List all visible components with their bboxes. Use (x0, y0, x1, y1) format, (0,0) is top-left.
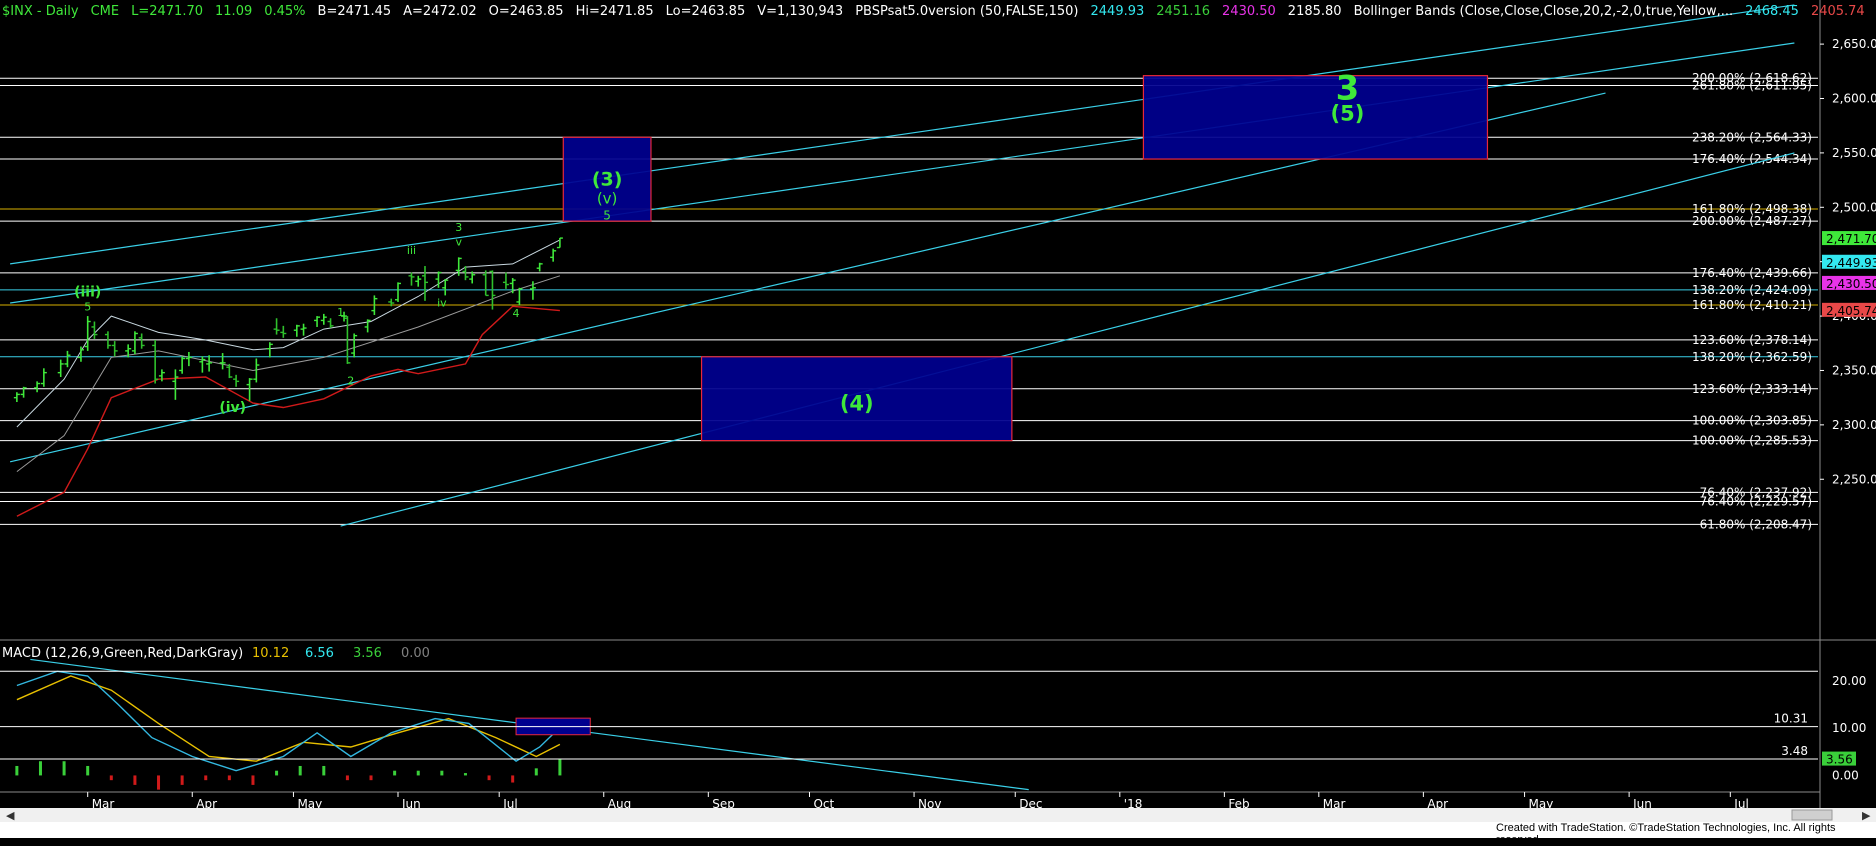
wave-label-primary: (5) (1331, 102, 1365, 126)
header-bollinger-value: 2468.45 (1745, 4, 1799, 19)
header-indicator-value: 2185.80 (1288, 4, 1342, 19)
bollinger-upper-line (16, 239, 561, 428)
fib-label: 138.20% (2,362.59) (1692, 350, 1812, 364)
macd-value: 3.56 (353, 646, 382, 661)
fib-label: 100.00% (2,285.53) (1692, 434, 1812, 448)
channel-line (10, 4, 1795, 265)
wave-label: 1 (337, 306, 344, 319)
wave-label: iii (407, 244, 416, 257)
macd-axis-label: 10.00 (1832, 721, 1866, 735)
price-tag-label: 2,471.70 (1826, 232, 1876, 246)
price-axis-label: 2,500.00 (1832, 200, 1876, 214)
macd-level-label: 10.31 (1774, 712, 1808, 726)
header-high: Hi=2471.85 (576, 4, 654, 19)
header-indicator-value: 2449.93 (1091, 4, 1145, 19)
header-symbol: $INX - Daily (2, 4, 79, 19)
wave-label: 4 (513, 307, 520, 320)
macd-line (16, 670, 561, 772)
price-axis-label: 2,300.00 (1832, 418, 1876, 432)
wave-label: (iii) (74, 284, 101, 300)
wave-label: (v) (597, 189, 618, 207)
chart-window: 200.00% (2,618.62) 261.80% (2,611.95) 238.… (0, 0, 1876, 846)
macd-value: 6.56 (305, 646, 334, 661)
macd-axis-label: 0.00 (1832, 768, 1859, 782)
price-tag-label: 2,449.93 (1826, 256, 1876, 270)
target-box (1142, 75, 1489, 160)
wave-label: 5 (84, 301, 91, 314)
price-axis-label: 2,550.00 (1832, 146, 1876, 160)
header-ask: A=2472.02 (403, 4, 477, 19)
scroll-right-arrow[interactable]: ▶ (1862, 809, 1871, 822)
price-chart-svg[interactable]: 200.00% (2,618.62)261.80% (2,611.95)238.… (0, 0, 1876, 838)
header-bid: B=2471.45 (318, 4, 392, 19)
header-bollinger-value: 2405.74 (1811, 4, 1865, 19)
wave-label-primary: (4) (840, 392, 874, 416)
header-change: 11.09 (215, 4, 252, 19)
macd-level-label: 3.48 (1781, 744, 1808, 758)
fib-label: 76.40% (2,229.57) (1700, 494, 1812, 508)
wave-label: 2 (347, 375, 354, 388)
macd-axis-label: 20.00 (1832, 674, 1866, 688)
wave-label: 5 (603, 208, 611, 222)
wave-label-primary: (3) (592, 168, 623, 190)
header-indicator-value: 2430.50 (1222, 4, 1276, 19)
macd-value: 0.00 (401, 646, 430, 661)
header-exchange: CME (91, 4, 120, 19)
price-axis-label: 2,600.00 (1832, 92, 1876, 106)
price-axis-label: 2,650.00 (1832, 37, 1876, 51)
horizontal-scrollbar (0, 808, 1876, 822)
wave-label: 3 (455, 221, 462, 234)
fib-label: 123.60% (2,378.14) (1692, 333, 1812, 347)
wave-label: (iv) (219, 400, 246, 416)
price-axis-label: 2,350.00 (1832, 363, 1876, 377)
channel-line (10, 42, 1795, 304)
macd-signal-line (16, 675, 561, 762)
header-volume: V=1,130,943 (757, 4, 843, 19)
header-bollinger: Bollinger Bands (Close,Close,Close,20,2,… (1354, 4, 1734, 19)
fib-label: 61.80% (2,208.47) (1700, 517, 1812, 531)
scroll-thumb[interactable] (1791, 809, 1833, 821)
price-tag-label: 2,405.74 (1826, 304, 1876, 318)
header-open: O=2463.85 (489, 4, 564, 19)
header-indicator: PBSPsat5.0version (50,FALSE,150) (855, 4, 1078, 19)
wave-label: iv (437, 296, 447, 309)
footer-credit: Created with TradeStation. ©TradeStation… (1496, 822, 1836, 846)
fib-label: 138.20% (2,424.09) (1692, 283, 1812, 297)
scroll-left-arrow[interactable]: ◀ (6, 809, 15, 822)
price-tag-label: 2,430.50 (1826, 277, 1876, 291)
wave-label: v (455, 235, 462, 248)
fib-label: 238.20% (2,564.33) (1692, 130, 1812, 144)
macd-current-label: 3.56 (1826, 753, 1853, 767)
header-pct: 0.45% (264, 4, 305, 19)
fib-label: 100.00% (2,303.85) (1692, 414, 1812, 428)
fib-label: 123.60% (2,333.14) (1692, 382, 1812, 396)
bollinger-lower-line (16, 305, 560, 517)
header-last: L=2471.70 (131, 4, 203, 19)
header-indicator-value: 2451.16 (1156, 4, 1210, 19)
fib-label: 161.80% (2,410.21) (1692, 298, 1812, 312)
price-axis-label: 2,250.00 (1832, 472, 1876, 486)
fib-label: 261.80% (2,611.95) (1692, 79, 1812, 93)
macd-value: 10.12 (252, 646, 289, 661)
header-low: Lo=2463.85 (666, 4, 746, 19)
fib-label: 176.40% (2,439.66) (1692, 266, 1812, 280)
fib-label: 200.00% (2,487.27) (1692, 214, 1812, 228)
macd-title: MACD (12,26,9,Green,Red,DarkGray) (2, 646, 243, 661)
